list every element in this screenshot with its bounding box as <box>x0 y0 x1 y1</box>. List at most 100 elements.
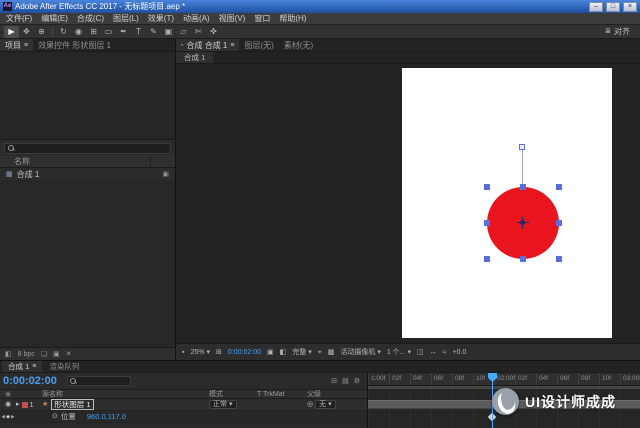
close-button[interactable]: × <box>623 1 637 12</box>
property-value[interactable]: 960.0,117.0 <box>87 412 126 421</box>
maximize-button[interactable]: □ <box>606 1 620 12</box>
transparency-grid-icon[interactable]: ▩ <box>328 349 335 356</box>
project-bpc-label[interactable]: 8 bpc <box>18 351 35 358</box>
magnification-dropdown[interactable]: 25% ▾ <box>190 349 210 356</box>
keyframe-prev-icon[interactable]: ◀ <box>1 414 5 420</box>
layer-label-chip[interactable] <box>21 401 28 408</box>
parent-column-header[interactable]: 父级 <box>307 389 367 399</box>
project-list-header[interactable]: 名称 <box>0 156 175 168</box>
tab-timeline-comp1[interactable]: 合成 1 ≡ <box>2 361 43 372</box>
tab-effect-controls[interactable]: 效果控件 形状图层 1 <box>33 39 116 51</box>
property-name[interactable]: 位置 <box>61 411 76 422</box>
resolution-dropdown[interactable]: 完整 ▾ <box>292 347 312 357</box>
menu-item-composition[interactable]: 合成(C) <box>77 13 104 24</box>
camera-tool-icon[interactable]: ◉ <box>71 26 86 38</box>
menu-item-edit[interactable]: 编辑(E) <box>41 13 68 24</box>
time-ruler[interactable]: 1:00f 02f 04f 06f 08f 10f 02:00f 02f 04f… <box>368 373 640 386</box>
camera-dropdown[interactable]: 活动摄像机 ▾ <box>340 347 381 357</box>
align-panel-toggle[interactable]: ≣ 对齐 <box>605 26 636 37</box>
type-tool-icon[interactable]: T <box>131 26 146 38</box>
composition-canvas[interactable] <box>402 68 612 338</box>
selection-handle-top-left[interactable] <box>484 184 490 190</box>
project-item-comp1[interactable]: ▦ 合成 1 ▣ <box>0 168 175 181</box>
always-preview-icon[interactable]: ▪ <box>182 349 184 356</box>
position-property-row[interactable]: ◀ ◆ ▶ ⊙ 位置 960.0,117.0 <box>0 411 367 423</box>
panel-menu-icon[interactable]: ≡ <box>32 363 36 370</box>
shape-tool-icon[interactable]: ▭ <box>101 26 116 38</box>
menu-item-animation[interactable]: 动画(A) <box>183 13 210 24</box>
tab-layer[interactable]: 图层(无) <box>239 39 278 51</box>
tab-composition[interactable]: ▪ 合成 合成 1 ≡ <box>176 39 240 51</box>
new-composition-icon[interactable]: ▣ <box>53 351 60 358</box>
puppet-tool-icon[interactable]: ✜ <box>206 26 221 38</box>
source-name-column-header[interactable]: 源名称 <box>42 389 209 399</box>
panel-lock-icon[interactable]: ▪ <box>181 42 183 49</box>
draft3d-icon[interactable]: ▤ <box>342 378 349 385</box>
view-layout-icon[interactable]: ◫ <box>417 349 424 356</box>
chevron-down-icon: ▾ <box>308 348 312 356</box>
menu-item-file[interactable]: 文件(F) <box>6 13 32 24</box>
selection-handle-top-right[interactable] <box>556 184 562 190</box>
region-of-interest-icon[interactable]: ⌖ <box>318 349 322 356</box>
mini-flowchart-icon[interactable]: ⊟ <box>331 378 337 385</box>
eraser-tool-icon[interactable]: ▱ <box>176 26 191 38</box>
selection-handle-bottom-center[interactable] <box>520 256 526 262</box>
anchor-point[interactable] <box>517 217 529 229</box>
preview-time-display[interactable]: 0:00:02:00 <box>228 349 261 356</box>
new-folder-icon[interactable]: ❏ <box>41 351 47 358</box>
selection-handle-top-center[interactable] <box>520 184 526 190</box>
channels-icon[interactable]: ◧ <box>280 349 287 356</box>
menu-item-window[interactable]: 窗口 <box>254 13 270 24</box>
panel-menu-icon[interactable]: ≡ <box>230 42 234 49</box>
pixel-aspect-icon[interactable]: ↔ <box>430 349 437 356</box>
interpret-footage-icon[interactable]: ◧ <box>5 351 12 358</box>
zoom-tool-icon[interactable]: ⊕ <box>34 26 49 38</box>
path-end-handle[interactable] <box>519 144 525 150</box>
menu-item-layer[interactable]: 图层(L) <box>113 13 139 24</box>
rotation-tool-icon[interactable]: ↻ <box>56 26 71 38</box>
blend-mode-dropdown[interactable]: 正常 ▾ <box>209 400 237 409</box>
panel-menu-icon[interactable]: ≡ <box>24 42 28 49</box>
hand-tool-icon[interactable]: ✥ <box>19 26 34 38</box>
stopwatch-icon[interactable]: ⊙ <box>52 413 58 420</box>
menu-item-effect[interactable]: 效果(T) <box>148 13 174 24</box>
delete-icon[interactable]: ✕ <box>66 351 72 358</box>
snapshot-icon[interactable]: ▣ <box>267 349 274 356</box>
menu-item-view[interactable]: 视图(V) <box>219 13 246 24</box>
roto-brush-tool-icon[interactable]: ✄ <box>191 26 206 38</box>
current-time-display[interactable]: 0:00:02:00 <box>3 375 63 387</box>
settings-gear-icon[interactable]: ⚙ <box>354 378 360 385</box>
selection-handle-bottom-left[interactable] <box>484 256 490 262</box>
grid-options-icon[interactable]: ⊞ <box>216 349 222 356</box>
clone-stamp-tool-icon[interactable]: ▣ <box>161 26 176 38</box>
selection-tool-icon[interactable]: ▶ <box>4 25 19 38</box>
project-search-input[interactable] <box>4 142 171 154</box>
exposure-value[interactable]: +0.0 <box>453 349 467 356</box>
layer-visibility-toggle[interactable]: ◉ <box>5 401 11 408</box>
keyframe-toggle-icon[interactable]: ◆ <box>6 414 10 420</box>
fast-previews-icon[interactable]: ≈ <box>443 349 447 356</box>
trkmat-column-header[interactable]: T TrkMat <box>257 391 307 398</box>
tab-render-queue[interactable]: 渲染队列 <box>43 361 85 372</box>
brush-tool-icon[interactable]: ✎ <box>146 26 161 38</box>
minimize-button[interactable]: – <box>589 1 603 12</box>
tab-footage[interactable]: 素材(无) <box>279 39 318 51</box>
pickwhip-icon[interactable]: ◎ <box>307 401 313 408</box>
layer-twirl-icon[interactable]: ▸ <box>16 401 20 408</box>
mode-column-header[interactable]: 模式 <box>209 389 257 399</box>
tab-project[interactable]: 项目 ≡ <box>0 39 34 51</box>
parent-dropdown[interactable]: 无 ▾ <box>315 400 336 409</box>
selection-handle-mid-right[interactable] <box>556 220 562 226</box>
keyframe-next-icon[interactable]: ▶ <box>11 414 15 420</box>
pan-behind-tool-icon[interactable]: ⊞ <box>86 26 101 38</box>
viewer-tab-comp1[interactable]: 合成 1 <box>176 52 214 63</box>
menu-item-help[interactable]: 帮助(H) <box>279 13 306 24</box>
pen-tool-icon[interactable]: ✒ <box>116 26 131 38</box>
layer-name[interactable]: 形状图层 1 <box>51 399 94 410</box>
selection-handle-bottom-right[interactable] <box>556 256 562 262</box>
layer-row[interactable]: ◉ ▸ 1 ★ 形状图层 1 正常 ▾ ◎ 无 ▾ <box>0 399 367 411</box>
timeline-search-input[interactable] <box>67 376 131 386</box>
composition-viewer[interactable] <box>176 64 640 343</box>
view-layout-dropdown[interactable]: 1 个... ▾ <box>387 347 411 357</box>
selection-handle-mid-left[interactable] <box>484 220 490 226</box>
